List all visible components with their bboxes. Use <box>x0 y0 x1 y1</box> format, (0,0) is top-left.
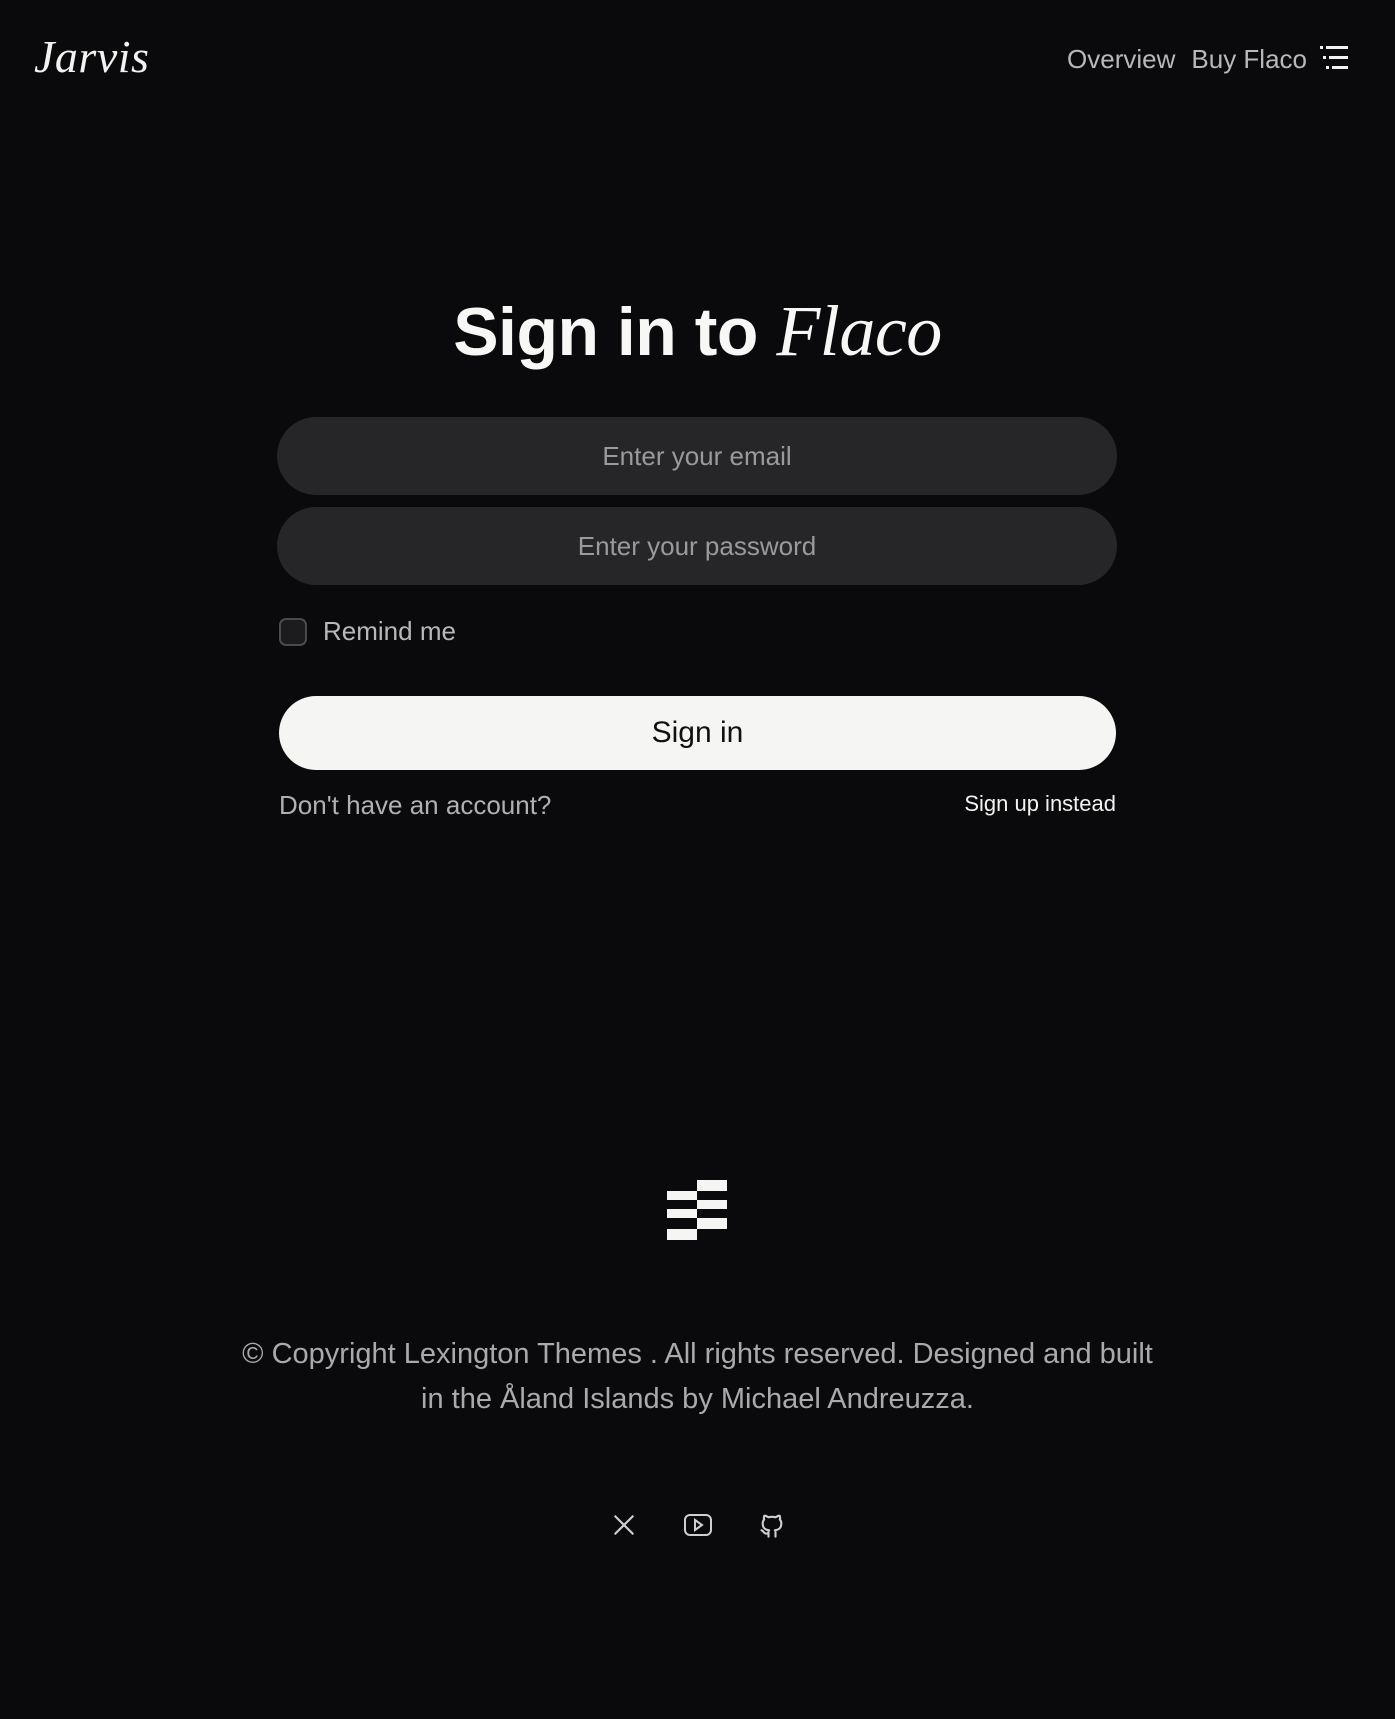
remember-me-row[interactable]: Remind me <box>279 616 456 647</box>
menu-lines-icon[interactable] <box>1320 44 1350 72</box>
no-account-text: Don't have an account? <box>279 790 552 820</box>
x-icon[interactable] <box>609 1510 639 1540</box>
social-links <box>0 1510 1395 1540</box>
sign-up-link[interactable]: Sign up instead <box>964 791 1116 817</box>
nav-overview-link[interactable]: Overview <box>1067 44 1175 75</box>
copyright-text: © Copyright Lexington Themes . All right… <box>242 1338 1153 1415</box>
youtube-icon[interactable] <box>683 1510 713 1540</box>
top-nav: Jarvis Overview Buy Flaco <box>0 0 1395 120</box>
title-brand: Flaco <box>776 291 942 371</box>
password-field[interactable] <box>277 507 1117 585</box>
sign-in-button[interactable]: Sign in <box>279 696 1116 770</box>
title-prefix: Sign in to <box>453 294 758 370</box>
github-icon[interactable] <box>757 1510 787 1540</box>
site-logo[interactable]: Jarvis <box>34 30 149 83</box>
stacked-bars-logo-icon[interactable] <box>667 1180 729 1242</box>
remember-me-label: Remind me <box>323 616 456 646</box>
remember-me-checkbox[interactable] <box>279 617 307 646</box>
nav-buy-flaco-link[interactable]: Buy Flaco <box>1191 44 1307 75</box>
nav-links: Overview Buy Flaco <box>1067 44 1307 75</box>
email-field[interactable] <box>277 417 1117 495</box>
page-title: Sign in to Flaco <box>0 290 1395 373</box>
